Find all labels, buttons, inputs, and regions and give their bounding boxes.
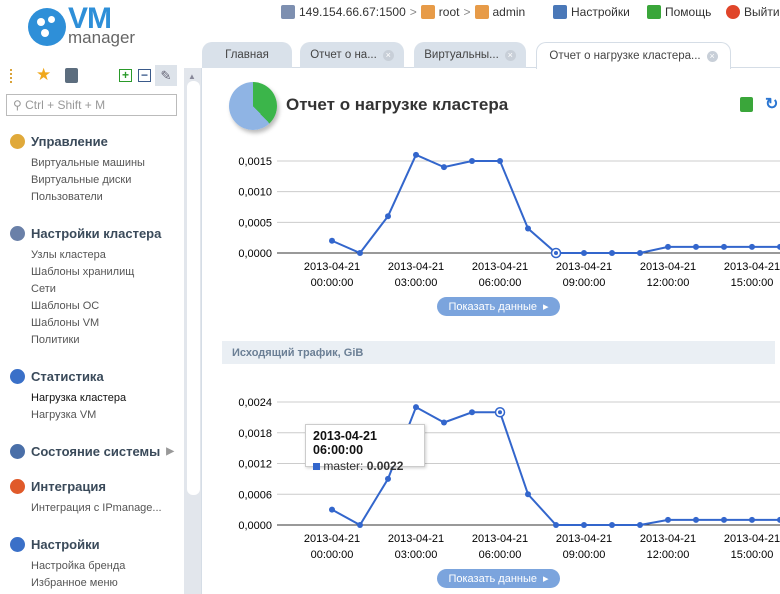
x-tick-label: 12:00:00	[647, 277, 690, 289]
x-tick-label: 2013-04-21	[724, 261, 780, 273]
x-tick-label: 06:00:00	[479, 277, 522, 289]
data-point[interactable]	[385, 213, 391, 220]
x-tick-label: 2013-04-21	[304, 261, 360, 273]
data-point[interactable]	[357, 250, 363, 256]
data-point[interactable]	[413, 151, 419, 158]
y-tick-label: 0,0024	[238, 397, 272, 409]
legend-swatch	[313, 463, 320, 470]
x-tick-label: 2013-04-21	[556, 533, 612, 545]
data-point[interactable]	[525, 225, 531, 232]
data-point[interactable]	[609, 250, 615, 256]
data-point[interactable]	[749, 516, 755, 523]
y-tick-label: 0,0000	[238, 248, 272, 260]
x-tick-label: 00:00:00	[311, 549, 354, 561]
x-tick-label: 09:00:00	[563, 277, 606, 289]
data-point[interactable]	[721, 243, 727, 250]
data-point[interactable]	[497, 158, 503, 164]
y-tick-label: 0,0015	[238, 156, 272, 168]
data-point[interactable]	[469, 158, 475, 164]
x-tick-label: 2013-04-21	[472, 261, 528, 273]
x-tick-label: 00:00:00	[311, 277, 354, 289]
section-header: Исходящий трафик, GiB	[222, 341, 775, 364]
chart-tooltip: 2013-04-21 06:00:00 master: 0.0022	[305, 424, 425, 473]
y-tick-label: 0,0012	[238, 459, 272, 471]
data-point[interactable]	[581, 522, 587, 528]
x-tick-label: 09:00:00	[563, 549, 606, 561]
data-point[interactable]	[329, 237, 335, 244]
y-tick-label: 0,0006	[238, 489, 272, 501]
y-tick-label: 0,0005	[238, 217, 272, 229]
button-label: Показать данные	[448, 300, 537, 313]
x-tick-label: 2013-04-21	[640, 261, 696, 273]
tooltip-series: master:	[323, 459, 364, 473]
data-point[interactable]	[581, 250, 587, 256]
data-point[interactable]	[385, 475, 391, 482]
data-point[interactable]	[721, 516, 727, 523]
x-tick-label: 2013-04-21	[304, 533, 360, 545]
tooltip-value: 0.0022	[366, 459, 404, 473]
x-tick-label: 2013-04-21	[472, 533, 528, 545]
data-point[interactable]	[441, 164, 447, 171]
series-line-master	[331, 153, 780, 255]
data-point[interactable]	[693, 243, 699, 250]
data-point[interactable]	[525, 491, 531, 498]
data-point[interactable]	[329, 506, 335, 513]
data-point[interactable]	[693, 516, 699, 523]
data-point[interactable]	[413, 404, 419, 411]
x-tick-label: 2013-04-21	[388, 261, 444, 273]
x-tick-label: 06:00:00	[479, 549, 522, 561]
x-tick-label: 15:00:00	[731, 549, 774, 561]
arrow-right-icon: ▸	[543, 301, 549, 313]
x-tick-label: 03:00:00	[395, 549, 438, 561]
arrow-right-icon: ▸	[543, 573, 549, 585]
data-point[interactable]	[441, 419, 447, 426]
show-data-button[interactable]: Показать данные ▸	[437, 569, 560, 588]
data-point[interactable]	[637, 522, 643, 528]
data-point[interactable]	[637, 250, 643, 256]
data-point[interactable]	[665, 516, 671, 523]
button-label: Показать данные	[448, 572, 537, 585]
data-point[interactable]	[357, 522, 363, 528]
y-tick-label: 0,0018	[238, 428, 272, 440]
y-tick-label: 0,0000	[238, 520, 272, 532]
x-tick-label: 2013-04-21	[556, 261, 612, 273]
data-point[interactable]	[469, 409, 475, 416]
chart-cpu-load: 0,0000 0,0005 0,0010 0,0015 2013-04-21 00:00:…	[238, 151, 780, 561]
data-point[interactable]	[554, 251, 558, 255]
tooltip-title: 2013-04-21 06:00:00	[313, 429, 377, 457]
x-tick-label: 2013-04-21	[388, 533, 444, 545]
show-data-button[interactable]: Показать данные ▸	[437, 297, 560, 316]
data-point[interactable]	[553, 522, 559, 528]
x-tick-label: 03:00:00	[395, 277, 438, 289]
x-tick-label: 2013-04-21	[640, 533, 696, 545]
data-point[interactable]	[749, 243, 755, 250]
data-point[interactable]	[609, 522, 615, 528]
x-tick-label: 15:00:00	[731, 277, 774, 289]
x-tick-label: 12:00:00	[647, 549, 690, 561]
y-tick-label: 0,0010	[238, 187, 272, 199]
data-point[interactable]	[665, 243, 671, 250]
x-tick-label: 2013-04-21	[724, 533, 780, 545]
data-point[interactable]	[498, 410, 502, 415]
